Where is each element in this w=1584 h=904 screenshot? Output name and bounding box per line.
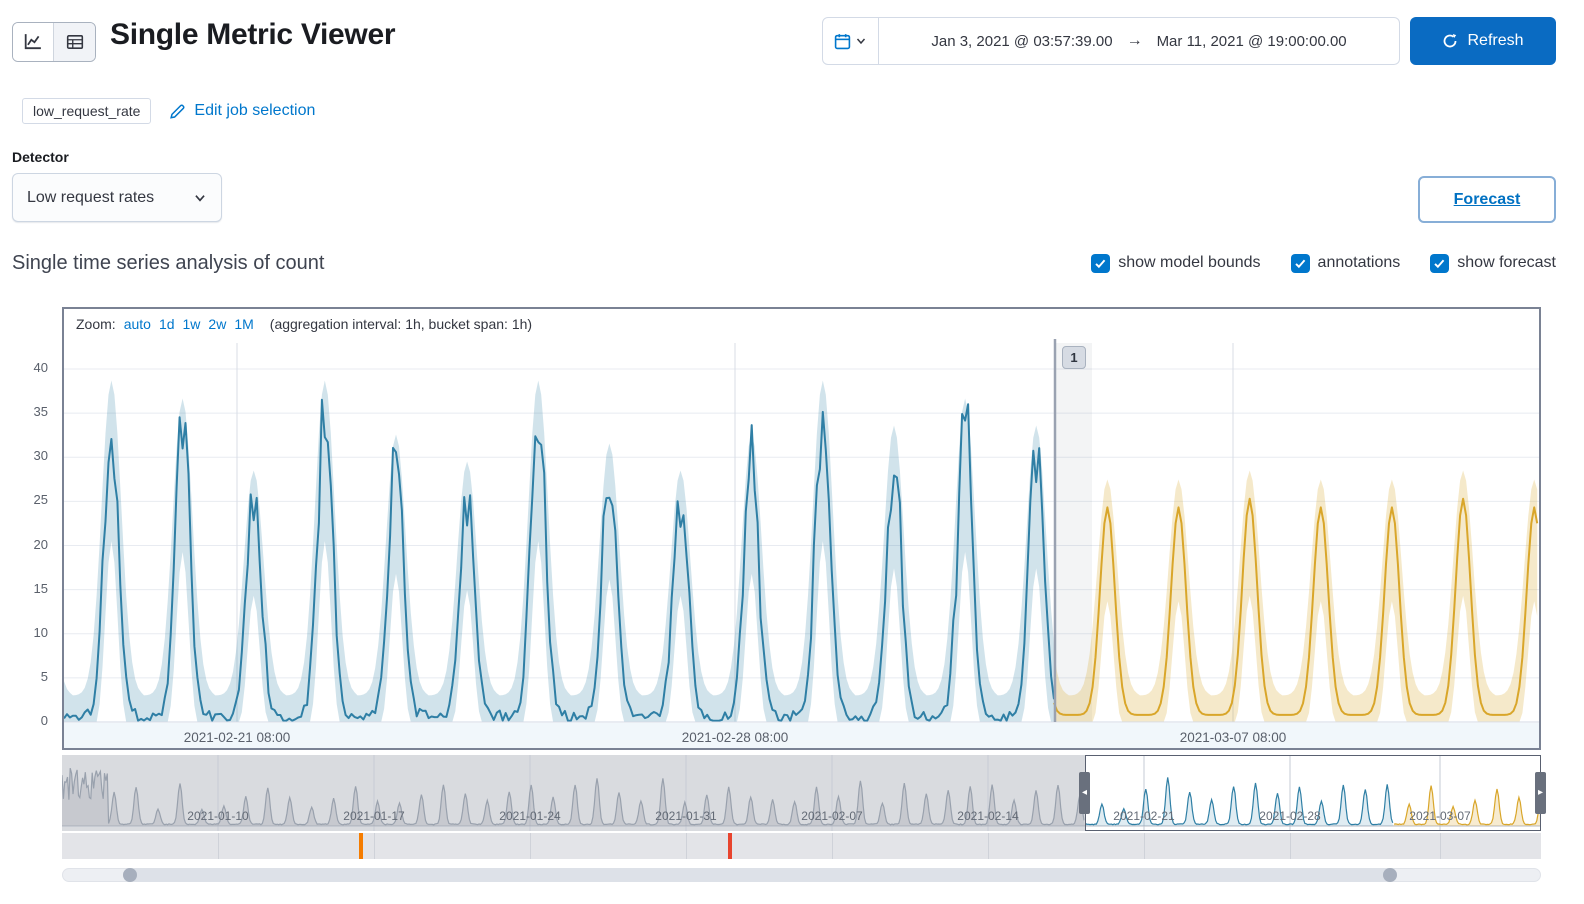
y-axis-labels: 40 35 30 25 20 15 10 5 0 [0, 0, 60, 904]
checkbox-annotations[interactable] [1290, 253, 1310, 273]
toggle-label: show model bounds [1118, 254, 1261, 271]
check-icon [1434, 259, 1445, 268]
toggle-label: show forecast [1457, 254, 1556, 271]
y-axis-label: 0 [40, 713, 48, 728]
checkbox-show-forecast[interactable] [1430, 253, 1450, 273]
y-axis-label: 5 [40, 668, 48, 684]
check-icon [1294, 259, 1305, 268]
x-axis-label: 2021-03-07 08:00 [1179, 730, 1287, 745]
table-view-button[interactable] [54, 23, 95, 61]
detector-select[interactable]: Low request rates [12, 173, 222, 222]
section-heading: Single time series analysis of count [12, 251, 325, 274]
zoom-option-2w[interactable]: 2w [208, 316, 226, 332]
select-chevron-down-icon [195, 194, 205, 202]
navigator-tick-label: 2021-02-14 [957, 809, 1019, 823]
x-axis-label: 2021-02-28 08:00 [681, 730, 789, 745]
toggle-show-forecast[interactable]: show forecast [1430, 253, 1556, 273]
lane-gridline [374, 833, 375, 859]
annotation-marker[interactable] [359, 833, 363, 859]
quick-select-button[interactable] [823, 18, 879, 64]
zoom-option-1d[interactable]: 1d [159, 316, 175, 332]
lane-gridline [530, 833, 531, 859]
annotation-badge[interactable]: 1 [1062, 346, 1086, 369]
annotation-lane [62, 833, 1541, 859]
navigator-tick-label: 2021-02-07 [801, 809, 863, 823]
job-badge: low_request_rate [22, 98, 152, 124]
y-axis-label: 15 [33, 580, 48, 596]
calendar-icon [834, 33, 851, 49]
lane-gridline [1290, 833, 1291, 859]
edit-job-selection-link[interactable]: Edit job selection [169, 102, 315, 120]
detector-select-value: Low request rates [27, 188, 155, 206]
chart-toggles: show model bounds annotations show forec… [1091, 253, 1556, 273]
data-table-icon [66, 35, 83, 49]
single-metric-viewer-app: Single Metric Viewer Jan 3, 2021 @ 03:57… [0, 0, 1584, 904]
checkbox-show-model-bounds[interactable] [1091, 253, 1111, 273]
lane-gridline [686, 833, 687, 859]
navigator-tick-label: 2021-01-31 [655, 809, 717, 823]
zoom-option-1w[interactable]: 1w [183, 316, 201, 332]
date-range-end[interactable]: Mar 11, 2021 @ 19:00:00.00 [1157, 33, 1347, 50]
section-row: Single time series analysis of count sho… [12, 246, 1556, 280]
y-axis-label: 35 [33, 404, 48, 420]
lane-gridline [988, 833, 989, 859]
timeline-scrollbar[interactable] [62, 866, 1541, 884]
date-range: Jan 3, 2021 @ 03:57:39.00 → Mar 11, 2021… [879, 32, 1399, 50]
forecast-button[interactable]: Forecast [1418, 176, 1556, 223]
y-axis-label: 10 [33, 624, 48, 640]
y-axis-label: 30 [33, 448, 48, 464]
lane-gridline [218, 833, 219, 859]
x-axis-label: 2021-02-21 08:00 [183, 730, 291, 745]
annotation-marker[interactable] [728, 833, 732, 859]
navigator-tick-label: 2021-01-10 [187, 809, 249, 823]
navigator: 2021-01-10 2021-01-17 2021-01-24 2021-01-31… [62, 755, 1546, 831]
lane-gridline [1440, 833, 1441, 859]
page-title: Single Metric Viewer [110, 18, 396, 51]
main-chart: Zoom: auto 1d 1w 2w 1M (aggregation inte… [62, 307, 1541, 750]
chevron-down-icon [856, 38, 866, 45]
main-chart-canvas[interactable] [64, 309, 1539, 748]
zoom-option-1M[interactable]: 1M [234, 316, 253, 332]
navigator-tick-label: 2021-01-17 [343, 809, 405, 823]
lane-gridline [832, 833, 833, 859]
y-axis-label: 40 [33, 360, 48, 375]
date-range-picker: Jan 3, 2021 @ 03:57:39.00 → Mar 11, 2021… [822, 17, 1400, 65]
scrollbar-handle[interactable] [123, 868, 137, 882]
y-axis-label: 25 [33, 492, 48, 508]
scrollbar-handle[interactable] [1383, 868, 1397, 882]
refresh-label: Refresh [1467, 32, 1524, 49]
line-chart-icon [24, 34, 41, 50]
toggle-annotations[interactable]: annotations [1290, 253, 1401, 273]
scrollbar-selected-range[interactable] [130, 868, 1390, 882]
job-row: low_request_rate Edit job selection [22, 98, 315, 124]
zoom-controls: Zoom: auto 1d 1w 2w 1M (aggregation inte… [76, 316, 532, 332]
chart-view-button[interactable] [13, 23, 54, 61]
navigator-tick-label: 2021-01-24 [499, 809, 561, 823]
navigator-handle-right-icon[interactable]: ▸ [1535, 772, 1546, 814]
zoom-label: Zoom: [76, 316, 116, 332]
edit-job-selection-label: Edit job selection [194, 102, 316, 119]
aggregation-interval-note: (aggregation interval: 1h, bucket span: … [269, 316, 533, 332]
y-axis-label: 20 [33, 536, 48, 552]
navigator-selection-window[interactable] [1085, 755, 1541, 831]
view-toggle-group [12, 22, 96, 62]
toggle-label: annotations [1317, 254, 1401, 271]
lane-gridline [1144, 833, 1145, 859]
check-icon [1095, 259, 1106, 268]
detector-label: Detector [12, 149, 69, 165]
zoom-option-auto[interactable]: auto [124, 316, 151, 332]
toggle-show-model-bounds[interactable]: show model bounds [1091, 253, 1261, 273]
navigator-handle-left-icon[interactable]: ◂ [1079, 772, 1090, 814]
refresh-button[interactable]: Refresh [1410, 17, 1556, 65]
pencil-icon [170, 103, 185, 119]
refresh-icon [1444, 34, 1457, 48]
arrow-right-icon: → [1126, 32, 1143, 49]
toolbar-right: Jan 3, 2021 @ 03:57:39.00 → Mar 11, 2021… [822, 17, 1556, 65]
date-range-start[interactable]: Jan 3, 2021 @ 03:57:39.00 [931, 33, 1112, 50]
